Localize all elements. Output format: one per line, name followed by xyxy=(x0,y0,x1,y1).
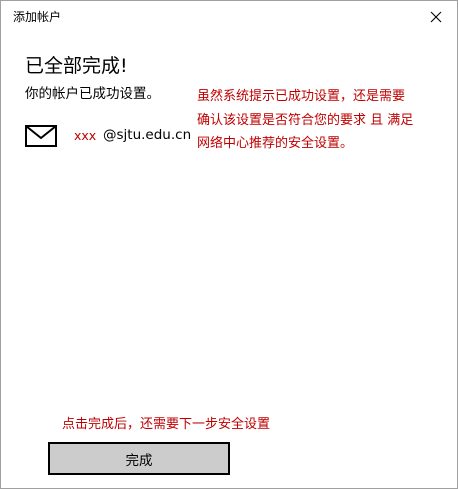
annotation-line: 网络中心推荐的安全设置。 xyxy=(197,136,354,151)
finish-button[interactable]: 完成 xyxy=(48,442,230,475)
account-row xyxy=(25,123,59,149)
success-message: 你的帐户已成功设置。 xyxy=(25,86,160,102)
add-account-window: 添加帐户 已全部完成! 你的帐户已成功设置。 xxx @sjtu.edu.cn … xyxy=(0,0,458,489)
mail-icon xyxy=(25,125,57,147)
page-title: 已全部完成! xyxy=(25,55,128,77)
annotation-line: 虽然系统提示已成功设置，还是需要 xyxy=(197,89,406,104)
annotation-note-bottom: 点击完成后，还需要下一步安全设置 xyxy=(62,417,271,432)
close-icon xyxy=(430,11,442,23)
annotation-line: 确认该设置是否符合您的要求 且 满足 xyxy=(197,112,414,128)
account-user-redacted: xxx xyxy=(74,128,97,143)
account-domain: @sjtu.edu.cn xyxy=(103,127,192,143)
title-bar: 添加帐户 xyxy=(1,1,457,33)
window-title: 添加帐户 xyxy=(13,10,62,24)
close-button[interactable] xyxy=(421,5,451,29)
annotation-note-top: 虽然系统提示已成功设置，还是需要 确认该设置是否符合您的要求 且 满足 网络中心… xyxy=(197,85,449,156)
